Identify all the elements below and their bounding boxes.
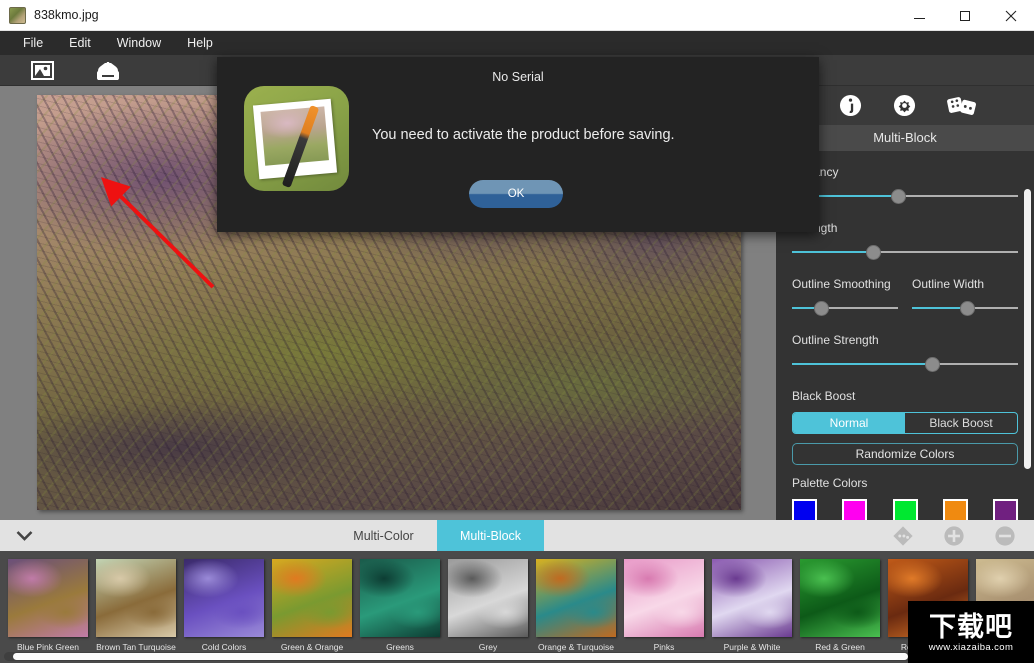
- preset-thumbnail[interactable]: [184, 559, 264, 637]
- remove-preset-icon[interactable]: [994, 525, 1016, 547]
- preset-label: Greens: [386, 642, 414, 652]
- dialog-ok-button[interactable]: OK: [469, 180, 563, 208]
- preset-item[interactable]: Orange & Turquoise: [536, 559, 616, 652]
- info-icon[interactable]: [839, 94, 862, 117]
- preset-tools: [544, 520, 1034, 551]
- watermark-url: www.xiazaiba.com: [928, 641, 1014, 653]
- strength-label: Strength: [792, 221, 1018, 235]
- preset-item[interactable]: Brown Tan Turquoise: [96, 559, 176, 652]
- preset-label: Orange & Turquoise: [537, 642, 615, 652]
- preset-thumbnail[interactable]: [800, 559, 880, 637]
- save-image-button[interactable]: [88, 56, 128, 84]
- open-image-icon: [30, 60, 54, 80]
- preset-list: Blue Pink Green Brown Tan Turquoise Cold C…: [0, 551, 1034, 652]
- preset-scrollbar[interactable]: [4, 652, 1032, 661]
- outline-strength-label: Outline Strength: [792, 333, 879, 347]
- tab-multi-color[interactable]: Multi-Color: [330, 520, 437, 551]
- preset-item[interactable]: Red & Green: [800, 559, 880, 652]
- save-image-icon: [97, 61, 119, 80]
- menu-edit[interactable]: Edit: [56, 31, 104, 55]
- preset-thumbnail[interactable]: [536, 559, 616, 637]
- preset-bar: Multi-Color Multi-Block Blue Pink Green B…: [0, 520, 1034, 663]
- preset-label: Purple & White: [723, 642, 781, 652]
- title-bar: 838kmo.jpg: [0, 0, 1034, 31]
- strength-slider[interactable]: [792, 244, 1018, 260]
- preset-thumbnail[interactable]: [624, 559, 704, 637]
- open-image-button[interactable]: [22, 56, 62, 84]
- preset-item[interactable]: Grey: [448, 559, 528, 652]
- dialog-app-icon: [244, 86, 349, 191]
- preset-thumbnail[interactable]: [8, 559, 88, 637]
- add-preset-icon[interactable]: [943, 525, 965, 547]
- maximize-button[interactable]: [942, 0, 988, 31]
- black-boost-option-normal[interactable]: Normal: [793, 413, 905, 433]
- palette-colors-label: Palette Colors: [792, 476, 868, 490]
- app-icon: [9, 6, 26, 24]
- dialog-title: No Serial: [492, 70, 544, 84]
- preset-item[interactable]: Greens: [360, 559, 440, 652]
- close-button[interactable]: [988, 0, 1034, 31]
- preset-label: Grey: [478, 642, 498, 652]
- outline-width-slider[interactable]: [912, 300, 1018, 316]
- right-panel-scrollbar[interactable]: [1024, 189, 1031, 469]
- preset-item[interactable]: Blue Pink Green: [8, 559, 88, 652]
- preset-scrollbar-thumb[interactable]: [13, 653, 908, 660]
- window-title: 838kmo.jpg: [34, 8, 99, 22]
- dice-icon[interactable]: [946, 94, 977, 117]
- vibrancy-label: Vibrancy: [792, 165, 1018, 179]
- watermark: 下载吧 www.xiazaiba.com: [908, 601, 1034, 663]
- window-controls: [896, 0, 1034, 31]
- collapse-presets-button[interactable]: [0, 520, 330, 551]
- outline-width-label: Outline Width: [912, 277, 985, 291]
- preset-label: Blue Pink Green: [17, 642, 79, 652]
- preset-label: Green & Orange: [280, 642, 344, 652]
- settings-icon[interactable]: [893, 94, 916, 117]
- menu-bar: File Edit Window Help: [0, 31, 1034, 55]
- preset-item[interactable]: Green & Orange: [272, 559, 352, 652]
- close-icon: [1005, 10, 1017, 21]
- preset-tab-row: Multi-Color Multi-Block: [0, 520, 1034, 551]
- preset-item[interactable]: Pinks: [624, 559, 704, 652]
- watermark-logo-text: 下载吧: [929, 611, 1013, 642]
- outline-smoothing-slider[interactable]: [792, 300, 898, 316]
- dialog-message: You need to activate the product before …: [372, 127, 675, 143]
- outline-smoothing-label: Outline Smoothing: [792, 277, 891, 291]
- preset-item[interactable]: Purple & White: [712, 559, 792, 652]
- preset-label: Cold Colors: [201, 642, 247, 652]
- black-boost-toggle[interactable]: Normal Black Boost: [792, 412, 1018, 434]
- menu-window[interactable]: Window: [104, 31, 174, 55]
- menu-file[interactable]: File: [10, 31, 56, 55]
- outline-row: Outline Smoothing Outline Width: [792, 277, 1018, 333]
- black-boost-option-boost[interactable]: Black Boost: [905, 413, 1017, 433]
- preset-thumbnail[interactable]: [448, 559, 528, 637]
- vibrancy-slider[interactable]: [792, 188, 1018, 204]
- preset-thumbnail[interactable]: [712, 559, 792, 637]
- tab-multi-block[interactable]: Multi-Block: [437, 520, 544, 551]
- preset-label: Red & Green: [815, 642, 865, 652]
- outline-strength-slider[interactable]: [792, 356, 1018, 372]
- preset-item[interactable]: Cold Colors: [184, 559, 264, 652]
- preset-thumbnail[interactable]: [360, 559, 440, 637]
- preset-label: Pinks: [653, 642, 675, 652]
- minimize-button[interactable]: [896, 0, 942, 31]
- menu-help[interactable]: Help: [174, 31, 226, 55]
- no-serial-dialog: No Serial You need to activate the produ…: [217, 57, 819, 232]
- randomize-colors-button[interactable]: Randomize Colors: [792, 443, 1018, 465]
- chevron-down-icon: [16, 531, 33, 541]
- black-boost-label: Black Boost: [792, 389, 856, 403]
- preset-thumbnail[interactable]: [272, 559, 352, 637]
- preset-label: Brown Tan Turquoise: [96, 642, 176, 652]
- preset-options-icon[interactable]: [892, 525, 914, 547]
- preset-thumbnail[interactable]: [96, 559, 176, 637]
